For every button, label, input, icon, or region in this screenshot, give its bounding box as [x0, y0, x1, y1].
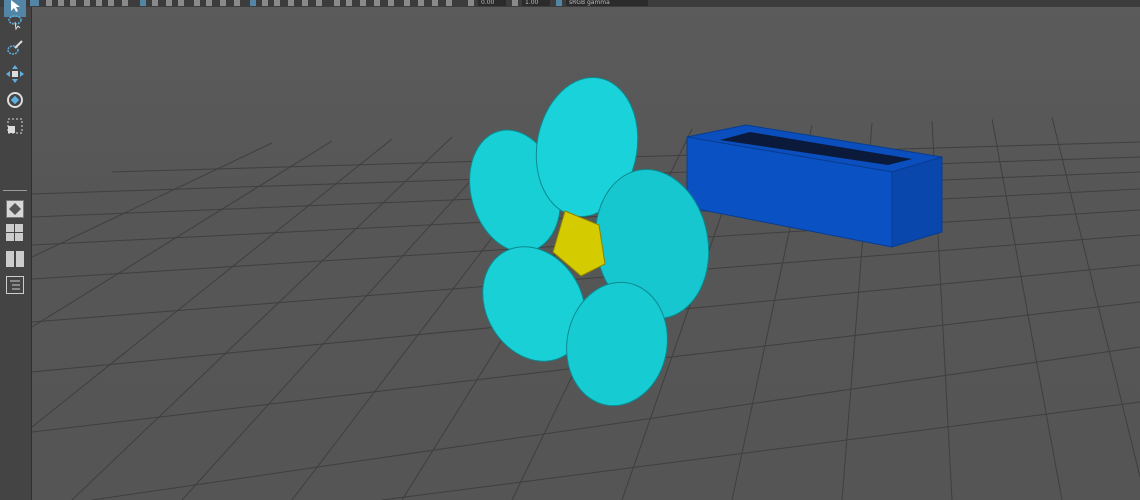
- paint-select-tool-button[interactable]: [4, 37, 26, 59]
- wireframe-icon[interactable]: [152, 0, 158, 6]
- exposure-field[interactable]: 0.00: [478, 0, 506, 6]
- grease-pencil-icon[interactable]: [388, 0, 394, 6]
- exposure-icon[interactable]: [446, 0, 452, 6]
- paint-select-icon: [7, 40, 23, 55]
- grid-toggle-icon[interactable]: [274, 0, 280, 6]
- snap-curve-icon[interactable]: [96, 0, 102, 6]
- move-icon: [6, 65, 24, 83]
- move-tool-button[interactable]: [4, 63, 26, 85]
- rotate-tool-button[interactable]: [4, 89, 26, 111]
- single-pane-layout-icon: [9, 203, 21, 215]
- two-pane-layout-button[interactable]: [6, 251, 24, 267]
- outliner-layout-button[interactable]: [6, 276, 24, 294]
- snap-view-icon[interactable]: [122, 0, 128, 6]
- single-pane-layout-button[interactable]: [6, 200, 24, 218]
- hierarchy-mode-icon[interactable]: [46, 0, 52, 6]
- two-pane-layout-icon: [6, 251, 24, 267]
- textured-icon[interactable]: [178, 0, 184, 6]
- dof-icon[interactable]: [432, 0, 438, 6]
- toolbox-separator: [3, 190, 27, 191]
- four-pane-layout-button[interactable]: [6, 224, 24, 242]
- snap-grid-icon[interactable]: [84, 0, 90, 6]
- exposure-reset-icon[interactable]: [468, 0, 474, 6]
- toolbox: [0, 0, 32, 500]
- component-mode-icon[interactable]: [70, 0, 76, 6]
- object-mode-icon[interactable]: [58, 0, 64, 6]
- antialias-icon[interactable]: [418, 0, 424, 6]
- isolate-icon[interactable]: [234, 0, 240, 6]
- hud-icon[interactable]: [288, 0, 294, 6]
- xray-icon[interactable]: [250, 0, 256, 6]
- ssao-icon[interactable]: [220, 0, 226, 6]
- lights-icon[interactable]: [194, 0, 200, 6]
- scene-canvas[interactable]: [32, 7, 1140, 500]
- color-management-icon[interactable]: [556, 0, 562, 6]
- four-pane-layout-icon: [6, 224, 23, 241]
- status-line-toolbar: 0.00 1.00 sRGB gamma: [0, 0, 1140, 7]
- film-gate-icon[interactable]: [316, 0, 322, 6]
- resolution-gate-icon[interactable]: [302, 0, 308, 6]
- safe-title-icon[interactable]: [360, 0, 366, 6]
- xray-joints-icon[interactable]: [262, 0, 268, 6]
- shadows-icon[interactable]: [206, 0, 212, 6]
- safe-action-icon[interactable]: [346, 0, 352, 6]
- scale-tool-button[interactable]: [4, 115, 26, 137]
- field-chart-icon[interactable]: [334, 0, 340, 6]
- pan-zoom-icon[interactable]: [374, 0, 380, 6]
- snap-point-icon[interactable]: [108, 0, 114, 6]
- lasso-tool-button[interactable]: [4, 11, 26, 33]
- select-mode-icon[interactable]: [30, 0, 39, 6]
- scale-icon: [7, 118, 23, 134]
- camera-icon[interactable]: [140, 0, 146, 6]
- lasso-select-icon: [8, 15, 22, 31]
- rotate-icon: [7, 92, 23, 108]
- gamma-icon[interactable]: [512, 0, 518, 6]
- 3d-viewport[interactable]: [32, 7, 1140, 500]
- planter-box[interactable]: [686, 124, 943, 248]
- outliner-layout-icon: [10, 280, 20, 290]
- gamma-field[interactable]: 1.00: [522, 0, 550, 6]
- motion-blur-icon[interactable]: [404, 0, 410, 6]
- view-transform-dropdown[interactable]: sRGB gamma: [566, 0, 648, 6]
- shaded-icon[interactable]: [166, 0, 172, 6]
- flower[interactable]: [456, 69, 720, 413]
